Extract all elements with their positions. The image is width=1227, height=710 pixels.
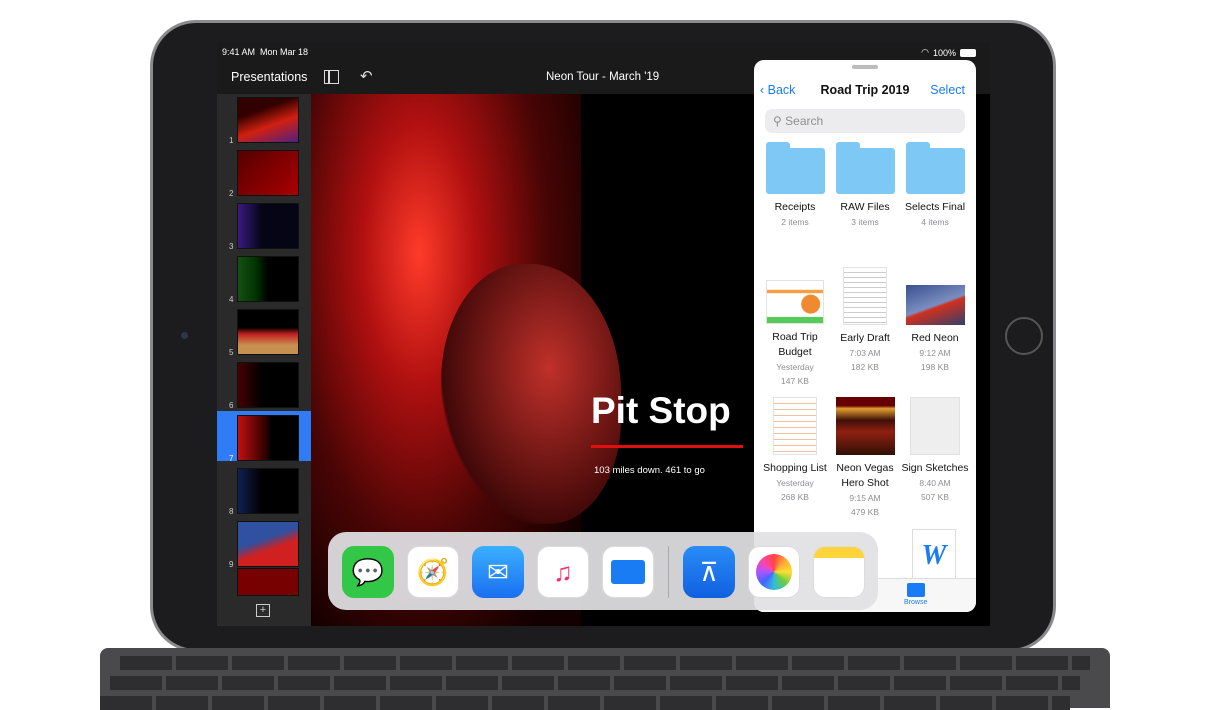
folder-icon xyxy=(765,142,825,194)
slide-number: 9 xyxy=(229,560,234,569)
dock: 💬 🧭 ✉ ♫ ⊼ xyxy=(328,532,878,610)
document-thumbnail xyxy=(843,267,887,325)
file-meta: 7:03 AM xyxy=(849,348,881,358)
add-slide-button[interactable]: + xyxy=(256,604,270,617)
slide-number: 7 xyxy=(229,454,234,463)
files-slide-over: ‹ Back Road Trip 2019 Select ⚲ Search Re… xyxy=(754,60,976,612)
file-size: 147 KB xyxy=(781,376,809,386)
file-item[interactable]: RAW Files 3 items xyxy=(828,140,902,229)
slide-thumb-4[interactable] xyxy=(237,256,299,302)
battery-icon xyxy=(960,48,976,57)
file-name: Selects Final xyxy=(904,201,966,213)
camera xyxy=(181,332,188,339)
file-name: Early Draft xyxy=(840,332,890,344)
slide-number: 4 xyxy=(229,295,234,304)
status-date: Mon Mar 18 xyxy=(260,47,309,57)
file-name: Red Neon xyxy=(911,332,959,344)
messages-app-icon[interactable]: 💬 xyxy=(342,546,394,598)
slide-thumb-1[interactable] xyxy=(237,97,299,143)
slide-navigator: 1 2 3 4 5 6 7 8 9 + xyxy=(217,94,311,626)
document-thumbnail xyxy=(773,397,817,455)
slide-thumb-9[interactable] xyxy=(237,521,299,567)
slide-number: 6 xyxy=(229,401,234,410)
slide-number: 1 xyxy=(229,136,234,145)
slide-thumb-10[interactable] xyxy=(237,568,299,596)
image-thumbnail xyxy=(910,397,960,455)
status-time: 9:41 AM xyxy=(222,47,256,57)
search-field[interactable]: ⚲ Search xyxy=(765,109,965,133)
file-meta: 4 items xyxy=(921,217,949,227)
file-name: Sign Sketches xyxy=(901,462,969,474)
battery-percent: 100% xyxy=(932,47,956,58)
slide-thumb-5[interactable] xyxy=(237,309,299,355)
keynote-app-icon[interactable]: ⊼ xyxy=(683,546,735,598)
file-item[interactable]: Receipts 2 items xyxy=(758,140,832,229)
word-doc-icon[interactable]: W xyxy=(912,529,956,579)
wifi-icon: ◠ xyxy=(921,47,929,57)
spreadsheet-thumbnail xyxy=(766,280,824,324)
safari-app-icon[interactable]: 🧭 xyxy=(407,546,459,598)
folder-icon xyxy=(905,142,965,194)
files-app-icon[interactable] xyxy=(602,546,654,598)
tab-browse-label: Browse xyxy=(904,599,928,606)
file-item[interactable]: Sign Sketches 8:40 AM 507 KB xyxy=(898,397,972,504)
file-meta: 9:15 AM xyxy=(849,493,881,503)
grabber-handle[interactable] xyxy=(852,65,878,69)
file-size: 182 KB xyxy=(851,362,879,372)
file-size: 479 KB xyxy=(851,507,879,517)
file-meta: 8:40 AM xyxy=(919,478,951,488)
slide-thumb-6[interactable] xyxy=(237,362,299,408)
file-name: Road Trip Budget xyxy=(772,331,818,358)
file-size: 198 KB xyxy=(921,362,949,372)
file-name: Shopping List xyxy=(763,462,827,474)
undo-icon[interactable]: ↶ xyxy=(360,67,373,85)
slide-title[interactable]: Pit Stop xyxy=(591,390,731,432)
image-thumbnail xyxy=(905,285,965,325)
file-name: Receipts xyxy=(774,201,816,213)
presentations-button[interactable]: Presentations xyxy=(231,70,307,84)
slide-thumb-3[interactable] xyxy=(237,203,299,249)
file-size: 268 KB xyxy=(781,492,809,502)
dock-divider xyxy=(668,546,669,598)
slide-subtitle[interactable]: 103 miles down. 461 to go xyxy=(594,465,705,476)
file-name: RAW Files xyxy=(840,201,890,213)
slide-number: 5 xyxy=(229,348,234,357)
slide-divider xyxy=(591,445,743,448)
file-meta: 9:12 AM xyxy=(919,348,951,358)
select-button[interactable]: Select xyxy=(930,83,965,97)
file-meta: 2 items xyxy=(781,217,809,227)
smart-keyboard xyxy=(100,648,1110,710)
file-name: Neon Vegas Hero Shot xyxy=(836,462,894,489)
file-item[interactable]: Early Draft 7:03 AM 182 KB xyxy=(828,267,902,374)
search-placeholder: Search xyxy=(785,114,824,128)
home-button[interactable] xyxy=(1005,317,1043,355)
slide-number: 3 xyxy=(229,242,234,251)
file-meta: 3 items xyxy=(851,217,879,227)
file-item[interactable]: Red Neon 9:12 AM 198 KB xyxy=(898,285,972,374)
tab-browse[interactable]: Browse xyxy=(904,583,927,606)
photos-app-icon[interactable] xyxy=(748,546,800,598)
slide-thumb-2[interactable] xyxy=(237,150,299,196)
slide-thumb-7[interactable] xyxy=(237,415,299,461)
search-icon: ⚲ xyxy=(773,114,782,128)
image-thumbnail xyxy=(835,397,895,455)
music-app-icon[interactable]: ♫ xyxy=(537,546,589,598)
file-item[interactable]: Shopping List Yesterday 268 KB xyxy=(758,397,832,504)
file-item[interactable]: Selects Final 4 items xyxy=(898,140,972,229)
file-meta: Yesterday xyxy=(776,478,814,488)
folder-icon xyxy=(906,583,925,597)
document-title: Neon Tour - March '19 xyxy=(546,71,660,83)
mail-app-icon[interactable]: ✉ xyxy=(472,546,524,598)
slide-number: 8 xyxy=(229,507,234,516)
layout-view-icon[interactable] xyxy=(324,70,339,84)
file-size: 507 KB xyxy=(921,492,949,502)
file-item[interactable]: Neon Vegas Hero Shot 9:15 AM 479 KB xyxy=(828,397,902,519)
file-meta: Yesterday xyxy=(776,362,814,372)
notes-app-icon[interactable] xyxy=(813,546,865,598)
file-item[interactable]: Road Trip Budget Yesterday 147 KB xyxy=(758,280,832,388)
folder-icon xyxy=(835,142,895,194)
slide-thumb-8[interactable] xyxy=(237,468,299,514)
slide-number: 2 xyxy=(229,189,234,198)
